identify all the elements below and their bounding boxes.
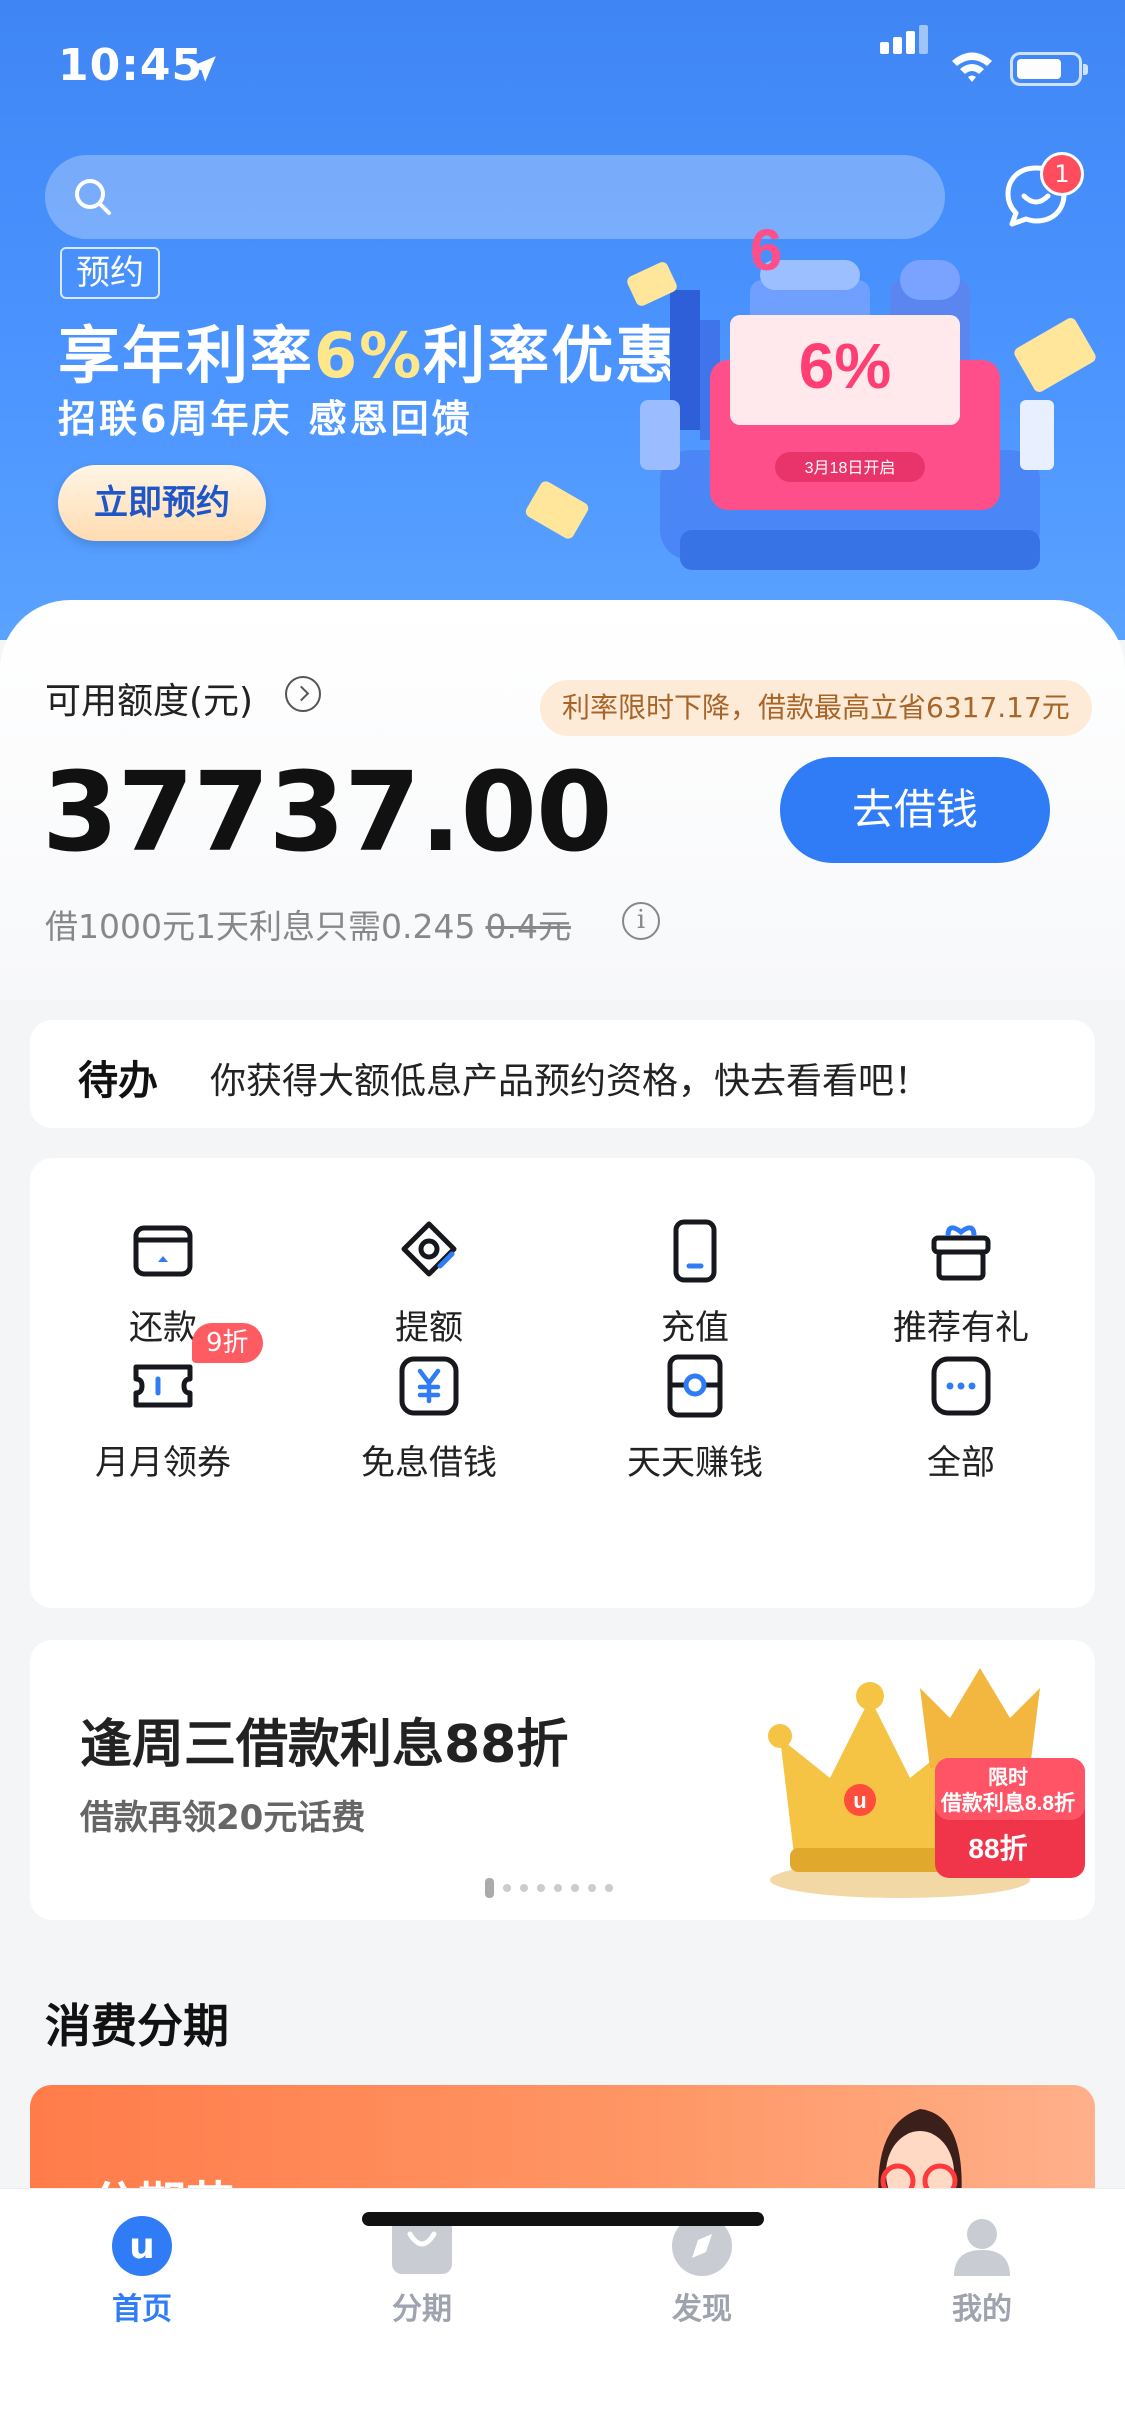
interest-unit: 元: [537, 907, 571, 946]
art-text: 借款利息8.8折: [940, 1791, 1075, 1815]
carousel-dot[interactable]: [554, 1883, 562, 1892]
installment-banner[interactable]: 分期节: [30, 2085, 1095, 2195]
quick-action-label: 月月领券: [95, 1443, 231, 1483]
wifi-icon: [952, 52, 992, 82]
ticket-icon: [133, 1364, 193, 1408]
tab-label: 我的: [952, 2292, 1012, 2327]
tab-label: 首页: [112, 2292, 172, 2327]
profile-icon: [954, 2219, 1010, 2276]
crown-illustration: u 限时 借款利息8.8折 88折: [768, 1668, 1085, 1898]
art-tag: 限时: [988, 1766, 1028, 1789]
art-logo: u: [853, 1788, 866, 1813]
todo-text: 你获得大额低息产品预约资格，快去看看吧！: [210, 1061, 931, 1102]
reserve-button[interactable]: 立即预约: [58, 465, 266, 541]
tab-label: 发现: [672, 2292, 732, 2327]
phone-recharge-icon: [673, 1219, 717, 1283]
banner-title-highlight: 6%: [314, 319, 424, 392]
tab-label: 分期: [392, 2292, 452, 2327]
todo-label: 待办: [78, 1058, 158, 1104]
anniversary-gift-illustration: 6% 3月18日开启 6: [640, 218, 1054, 570]
chevron-right-icon[interactable]: [285, 676, 321, 712]
gift-icon: [931, 1225, 991, 1281]
discount-badge: 9折: [192, 1323, 263, 1363]
model-photo: [878, 2109, 962, 2195]
carousel-dots: [485, 1877, 622, 1898]
promo-subtitle: 借款再领20元话费: [80, 1798, 366, 1838]
home-indicator: [362, 2212, 764, 2226]
home-icon: u: [112, 2216, 172, 2276]
promo-title: 逢周三借款利息88折: [80, 1715, 569, 1775]
hero-banner[interactable]: 10:45 1 预约 享年利率6%利率优惠 招联6周年庆 感恩回馈 立即预约 6…: [0, 0, 1125, 640]
banner-tag: 预约: [60, 247, 160, 299]
art-date: 3月18日开启: [805, 459, 896, 477]
carousel-dot[interactable]: [503, 1883, 511, 1892]
carousel-dot[interactable]: [520, 1883, 528, 1892]
interest-text: 借1000元1天利息只需0.245: [45, 907, 476, 946]
quick-action-coupons[interactable]: 月月领券 9折: [30, 1323, 296, 1533]
interest-info: 借1000元1天利息只需0.245 0.4元: [45, 900, 571, 948]
carousel-dot[interactable]: [605, 1883, 613, 1892]
repay-icon: [133, 1225, 193, 1277]
banner-subtitle: 招联6周年庆 感恩回馈: [58, 397, 473, 441]
tab-discover[interactable]: 发现: [622, 2214, 782, 2334]
promo-carousel[interactable]: 逢周三借款利息88折 借款再领20元话费 u 限时 借款利息8.8折 88折: [30, 1640, 1095, 1920]
earn-icon: [667, 1354, 723, 1418]
todo-card[interactable]: 待办 你获得大额低息产品预约资格，快去看看吧！: [30, 1020, 1095, 1128]
carousel-dot[interactable]: [571, 1883, 579, 1892]
quick-action-label: 提额: [395, 1308, 463, 1348]
raise-limit-icon: [401, 1221, 457, 1277]
location-arrow-icon: [190, 56, 216, 82]
art-percent: 6%: [799, 330, 892, 402]
search-icon: [75, 179, 111, 215]
battery-fill: [1017, 59, 1061, 79]
status-time: 10:45: [58, 40, 204, 91]
home-glyph: u: [129, 2226, 155, 2267]
quick-action-label: 充值: [661, 1308, 729, 1348]
quick-action-label: 免息借钱: [361, 1443, 497, 1483]
tab-installment[interactable]: 分期: [342, 2214, 502, 2334]
credit-limit-amount: 37737.00: [42, 748, 613, 876]
quick-action-label: 推荐有礼: [893, 1308, 1029, 1348]
carousel-dot[interactable]: [588, 1883, 596, 1892]
coupon-decoration: [523, 479, 591, 541]
quick-action-earn[interactable]: 天天赚钱: [562, 1353, 828, 1533]
banner-title: 享年利率6%利率优惠: [58, 305, 679, 395]
more-icon: [931, 1356, 991, 1416]
battery-icon: [1010, 52, 1088, 86]
status-bar: 10:45: [0, 0, 1125, 140]
info-icon[interactable]: i: [622, 902, 660, 940]
borrow-button[interactable]: 去借钱: [780, 757, 1050, 863]
art-badge: 88折: [968, 1833, 1027, 1864]
quick-action-interest-free[interactable]: 免息借钱: [296, 1353, 562, 1533]
section-title-installment: 消费分期: [45, 1999, 229, 2053]
credit-limit-card: 可用额度(元) 利率限时下降，借款最高立省6317.17元 37737.00 去…: [0, 600, 1125, 1000]
yuan-icon: [399, 1356, 459, 1416]
tab-home[interactable]: u 首页: [62, 2214, 222, 2334]
art-number: 6: [750, 218, 782, 283]
carousel-dot[interactable]: [485, 1877, 494, 1898]
banner-title-prefix: 享年利率: [58, 319, 315, 392]
interest-original: 0.4: [485, 907, 538, 946]
credit-limit-label: 可用额度(元): [45, 681, 254, 722]
tab-profile[interactable]: 我的: [902, 2214, 1062, 2334]
quick-action-all[interactable]: 全部: [828, 1353, 1094, 1533]
quick-actions-grid: 还款 提额 充值 推荐有礼 月月领券 9折 免息借钱 天天赚钱 全部: [30, 1158, 1095, 1608]
rate-promo-tip[interactable]: 利率限时下降，借款最高立省6317.17元: [540, 680, 1092, 736]
quick-action-label: 天天赚钱: [627, 1443, 763, 1483]
quick-action-label: 全部: [927, 1443, 995, 1483]
carousel-dot[interactable]: [537, 1883, 545, 1892]
